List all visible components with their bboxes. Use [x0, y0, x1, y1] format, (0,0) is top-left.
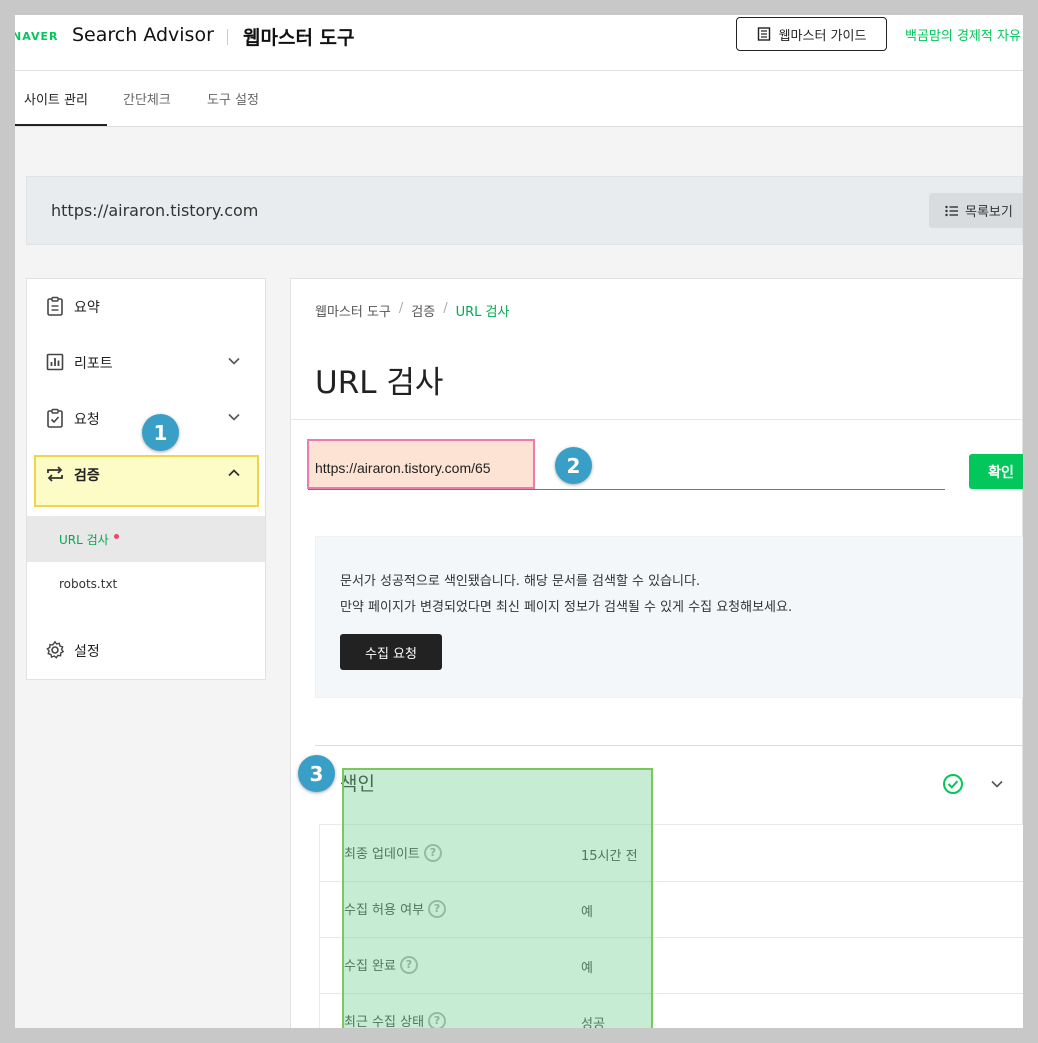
title-divider [227, 29, 228, 45]
webmaster-page: NAVER Search Advisor 웹마스터 도구 웹마스터 가이드 백곰… [15, 15, 1023, 1028]
breadcrumb-current: URL 검사 [455, 305, 510, 320]
tool-title: 웹마스터 도구 [243, 27, 355, 49]
breadcrumb: 웹마스터 도구 / 검증 / URL 검사 [315, 301, 509, 320]
user-profile-link[interactable]: 백곰맘의 경제적 자유 [905, 25, 1021, 44]
collect-request-button[interactable]: 수집 요청 [340, 634, 442, 670]
status-message-line2: 만약 페이지가 변경되었다면 최신 페이지 정보가 검색될 수 있게 수집 요청… [340, 600, 793, 615]
book-icon [757, 27, 770, 41]
sidebar-item-label: 요약 [74, 300, 100, 316]
step-badge-3: 3 [298, 755, 335, 792]
url-input-underline [308, 489, 945, 490]
chevron-down-icon [228, 357, 240, 365]
naver-logo[interactable]: NAVER [15, 30, 58, 43]
sidebar-item-settings[interactable]: 설정 [27, 630, 265, 670]
breadcrumb-item[interactable]: 검증 [411, 301, 435, 320]
chevron-down-icon[interactable] [990, 777, 1004, 791]
site-bar: https://airaron.tistory.com 목록보기 [26, 176, 1023, 245]
new-dot-badge [113, 534, 119, 539]
sidebar-item-report[interactable]: 리포트 [27, 342, 265, 382]
webmaster-guide-button[interactable]: 웹마스터 가이드 [736, 17, 887, 51]
subitem-label: URL 검사 [59, 531, 119, 548]
app-title[interactable]: Search Advisor [72, 24, 214, 46]
screenshot-edge-bottom [0, 1028, 1038, 1043]
screenshot-edge-right [1023, 0, 1038, 1043]
subitem-label: robots.txt [59, 577, 118, 591]
tab-site-management[interactable]: 사이트 관리 [24, 89, 88, 108]
breadcrumb-separator: / [443, 301, 448, 316]
breadcrumb-separator: / [398, 301, 404, 316]
title-divider [291, 419, 1022, 420]
sidebar-item-label: 검증 [74, 468, 100, 484]
index-status-message: 문서가 성공적으로 색인됐습니다. 해당 문서를 검색할 수 있습니다. 만약 … [315, 536, 1023, 698]
check-circle-icon [943, 774, 963, 794]
chevron-up-icon [228, 469, 240, 477]
main-tabs: 사이트 관리 간단체크 도구 설정 [15, 71, 1023, 127]
repeat-icon [47, 466, 63, 482]
clipboard-check-icon [47, 408, 63, 428]
chart-icon [46, 353, 64, 371]
guide-button-label: 웹마스터 가이드 [778, 28, 867, 44]
step-badge-2: 2 [555, 447, 592, 484]
chevron-down-icon [228, 413, 240, 421]
sidebar-item-label: 리포트 [74, 356, 113, 372]
index-highlight-box [342, 768, 653, 1028]
index-section-divider [315, 745, 1023, 746]
sidebar-item-label: 요청 [74, 412, 100, 428]
url-inspect-label: URL 검사 [59, 533, 109, 547]
sidebar-subitem-robots[interactable]: robots.txt [27, 562, 265, 608]
clipboard-icon [47, 296, 63, 316]
list-icon [945, 205, 958, 216]
sidebar-item-label: 설정 [74, 644, 100, 660]
tab-tool-settings[interactable]: 도구 설정 [207, 89, 259, 108]
top-header: NAVER Search Advisor 웹마스터 도구 웹마스터 가이드 백곰… [15, 15, 1023, 71]
status-message-line1: 문서가 성공적으로 색인됐습니다. 해당 문서를 검색할 수 있습니다. [340, 574, 701, 589]
sidebar-subitem-url-inspect[interactable]: URL 검사 [27, 516, 265, 562]
url-input[interactable] [315, 460, 525, 476]
breadcrumb-item[interactable]: 웹마스터 도구 [315, 301, 391, 320]
sidebar-item-summary[interactable]: 요약 [27, 286, 265, 326]
sidebar-item-verify[interactable]: 검증 [27, 454, 265, 494]
main-panel: 웹마스터 도구 / 검증 / URL 검사 URL 검사 확인 문서가 성공적으… [290, 278, 1023, 1028]
list-view-button[interactable]: 목록보기 [929, 193, 1023, 228]
list-view-label: 목록보기 [965, 205, 1013, 220]
sidebar: 요약 리포트 요청 검증 URL 검사 robots.txt 설정 [26, 278, 266, 680]
tab-quick-check[interactable]: 간단체크 [123, 89, 171, 108]
step-badge-1: 1 [142, 414, 179, 451]
site-url: https://airaron.tistory.com [51, 201, 259, 220]
gear-icon [46, 640, 65, 659]
confirm-button[interactable]: 확인 [969, 454, 1023, 489]
page-title: URL 검사 [315, 365, 444, 401]
